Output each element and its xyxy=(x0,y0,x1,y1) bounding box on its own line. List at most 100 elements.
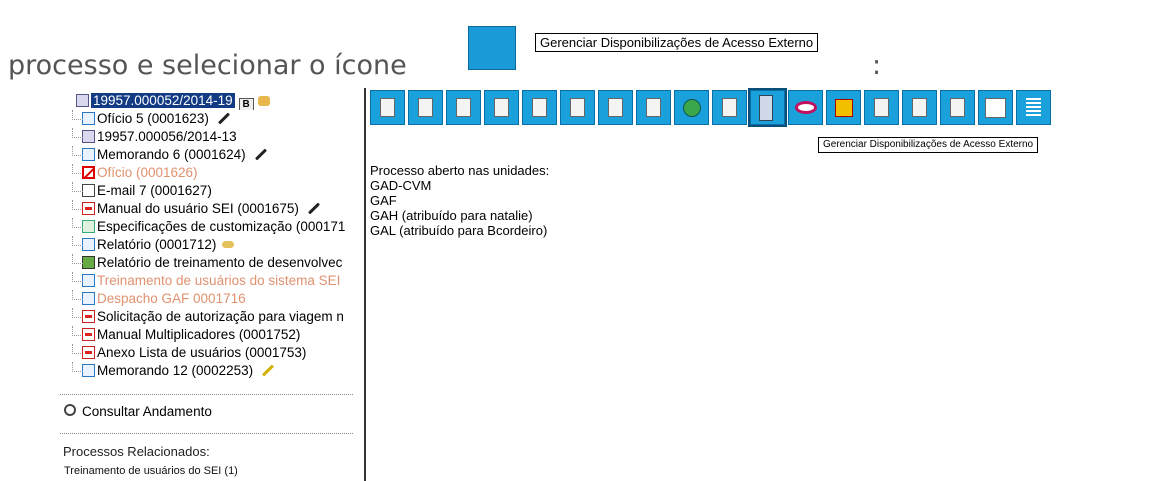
tree-item[interactable]: Relatório (0001712) xyxy=(60,236,363,254)
tree-item[interactable]: E-mail 7 (0001627) xyxy=(60,182,363,200)
instruction-colon: : xyxy=(872,50,882,81)
tree-connector xyxy=(72,236,83,246)
tree-item[interactable]: Manual Multiplicadores (0001752) xyxy=(60,326,363,344)
tree-connector xyxy=(72,110,83,120)
tree-connector xyxy=(72,362,83,372)
external-access-icon xyxy=(468,26,516,70)
consultar-andamento-link[interactable]: Consultar Andamento xyxy=(64,404,212,419)
units-title: Processo aberto nas unidades: xyxy=(370,163,550,178)
document-icon xyxy=(82,148,95,161)
tree-item-label[interactable]: Ofício (0001626) xyxy=(97,165,198,180)
tree-item-label[interactable]: Ofício 5 (0001623) xyxy=(97,111,209,126)
process-icon xyxy=(76,94,89,107)
tree-item-label[interactable]: Manual Multiplicadores (0001752) xyxy=(97,327,300,342)
annotation-icon[interactable] xyxy=(940,90,975,125)
process-toolbar xyxy=(370,88,1051,127)
panel-divider xyxy=(364,88,366,481)
tree-item-label[interactable]: Relatório de treinamento de desenvolvec xyxy=(97,255,342,270)
document-icon xyxy=(82,238,95,251)
tree-item[interactable]: Memorando 12 (0002253) xyxy=(60,362,363,380)
linked-process-icon xyxy=(82,130,95,143)
header-tooltip: Gerenciar Disponibilizações de Acesso Ex… xyxy=(535,33,819,52)
generate-pdf-icon[interactable] xyxy=(978,90,1013,125)
tree-item[interactable]: Ofício (0001626) xyxy=(60,164,363,182)
tree-item-label[interactable]: Treinamento de usuários do sistema SEI xyxy=(97,273,340,288)
tree-item[interactable]: Anexo Lista de usuários (0001753) xyxy=(60,344,363,362)
document-icon xyxy=(82,364,95,377)
tree-item[interactable]: Relatório de treinamento de desenvolvec xyxy=(60,254,363,272)
tree-item[interactable]: Despacho GAF 0001716 xyxy=(60,290,363,308)
document-icon xyxy=(82,112,95,125)
tree-connector xyxy=(72,290,83,300)
hand-icon xyxy=(257,96,270,106)
send-process-icon[interactable] xyxy=(446,90,481,125)
tree-item[interactable]: Memorando 6 (0001624) xyxy=(60,146,363,164)
tree-connector xyxy=(72,218,83,228)
unit-item: GAH (atribuído para natalie) xyxy=(370,208,533,223)
tree-item-label[interactable]: Relatório (0001712) xyxy=(97,237,216,252)
monitor-icon[interactable] xyxy=(788,90,823,125)
list-icon[interactable] xyxy=(1016,90,1051,125)
email-icon xyxy=(82,184,95,197)
remove-document-icon[interactable] xyxy=(902,90,937,125)
process-tree: 19957.000052/2014-19 B Ofício 5 (0001623)… xyxy=(60,92,363,380)
assign-user-icon[interactable] xyxy=(522,90,557,125)
pdf-icon xyxy=(82,346,95,359)
magnifier-icon xyxy=(64,404,76,416)
signature-pen-icon xyxy=(262,364,275,377)
divider xyxy=(60,433,353,434)
edit-document-icon[interactable] xyxy=(864,90,899,125)
tree-item-label[interactable]: Manual do usuário SEI (0001675) xyxy=(97,201,299,216)
toolbar-tooltip: Gerenciar Disponibilizações de Acesso Ex… xyxy=(818,137,1039,153)
tree-item-label[interactable]: Memorando 6 (0001624) xyxy=(97,147,246,162)
refresh-icon[interactable] xyxy=(674,90,709,125)
external-access-icon[interactable] xyxy=(748,88,787,127)
tree-root[interactable]: 19957.000052/2014-19 B xyxy=(76,92,363,110)
unit-item: GAF xyxy=(370,193,397,208)
open-units-panel: Processo aberto nas unidades: GAD-CVM GA… xyxy=(370,163,549,238)
process-number[interactable]: 19957.000052/2014-19 xyxy=(91,93,235,108)
zip-icon xyxy=(82,256,95,269)
document-icon xyxy=(82,292,95,305)
spreadsheet-icon xyxy=(82,220,95,233)
tree-item[interactable]: 19957.000056/2014-13 xyxy=(60,128,363,146)
tree-item[interactable]: Ofício 5 (0001623) xyxy=(60,110,363,128)
tree-item[interactable]: Treinamento de usuários do sistema SEI xyxy=(60,272,363,290)
instruction-text: processo e selecionar o ícone xyxy=(8,50,407,81)
new-document-icon[interactable] xyxy=(370,90,405,125)
send-email-icon[interactable] xyxy=(636,90,671,125)
tree-item-label[interactable]: 19957.000056/2014-13 xyxy=(97,129,237,144)
unit-item: GAL (atribuído para Bcordeiro) xyxy=(370,223,548,238)
consultar-label[interactable]: Consultar Andamento xyxy=(82,404,212,419)
tree-item-label[interactable]: Anexo Lista de usuários (0001753) xyxy=(97,345,306,360)
tree-connector xyxy=(72,254,83,264)
library-icon[interactable] xyxy=(712,90,747,125)
tree-item-label[interactable]: Especificações de customização (000171 xyxy=(97,219,345,234)
pdf-icon xyxy=(82,202,95,215)
tree-item[interactable]: Especificações de customização (000171 xyxy=(60,218,363,236)
pdf-icon xyxy=(82,328,95,341)
tree-item[interactable]: Manual do usuário SEI (0001675) xyxy=(60,200,363,218)
tree-connector xyxy=(72,272,83,282)
suspend-icon[interactable] xyxy=(826,90,861,125)
assign-multiple-icon[interactable] xyxy=(560,90,595,125)
tree-connector xyxy=(72,146,83,156)
signature-pen-icon xyxy=(254,148,267,161)
unit-item: GAD-CVM xyxy=(370,178,432,193)
related-process-link[interactable]: Treinamento de usuários do SEI (1) xyxy=(64,465,238,477)
key-icon xyxy=(222,241,235,248)
tree-connector xyxy=(72,182,83,192)
tree-item-label[interactable]: Memorando 12 (0002253) xyxy=(97,363,253,378)
tree-item[interactable]: Solicitação de autorização para viagem n xyxy=(60,308,363,326)
signature-pen-icon xyxy=(307,202,320,215)
related-processes-title: Processos Relacionados: xyxy=(63,444,210,459)
block-badge[interactable]: B xyxy=(238,98,254,110)
tree-item-label[interactable]: E-mail 7 (0001627) xyxy=(97,183,212,198)
document-icon xyxy=(82,274,95,287)
tree-item-label[interactable]: Solicitação de autorização para viagem n xyxy=(97,309,344,324)
approve-icon[interactable] xyxy=(484,90,519,125)
send-document-icon[interactable] xyxy=(408,90,443,125)
move-document-icon[interactable] xyxy=(598,90,633,125)
tree-connector xyxy=(72,128,83,138)
tree-item-label[interactable]: Despacho GAF 0001716 xyxy=(97,291,246,306)
